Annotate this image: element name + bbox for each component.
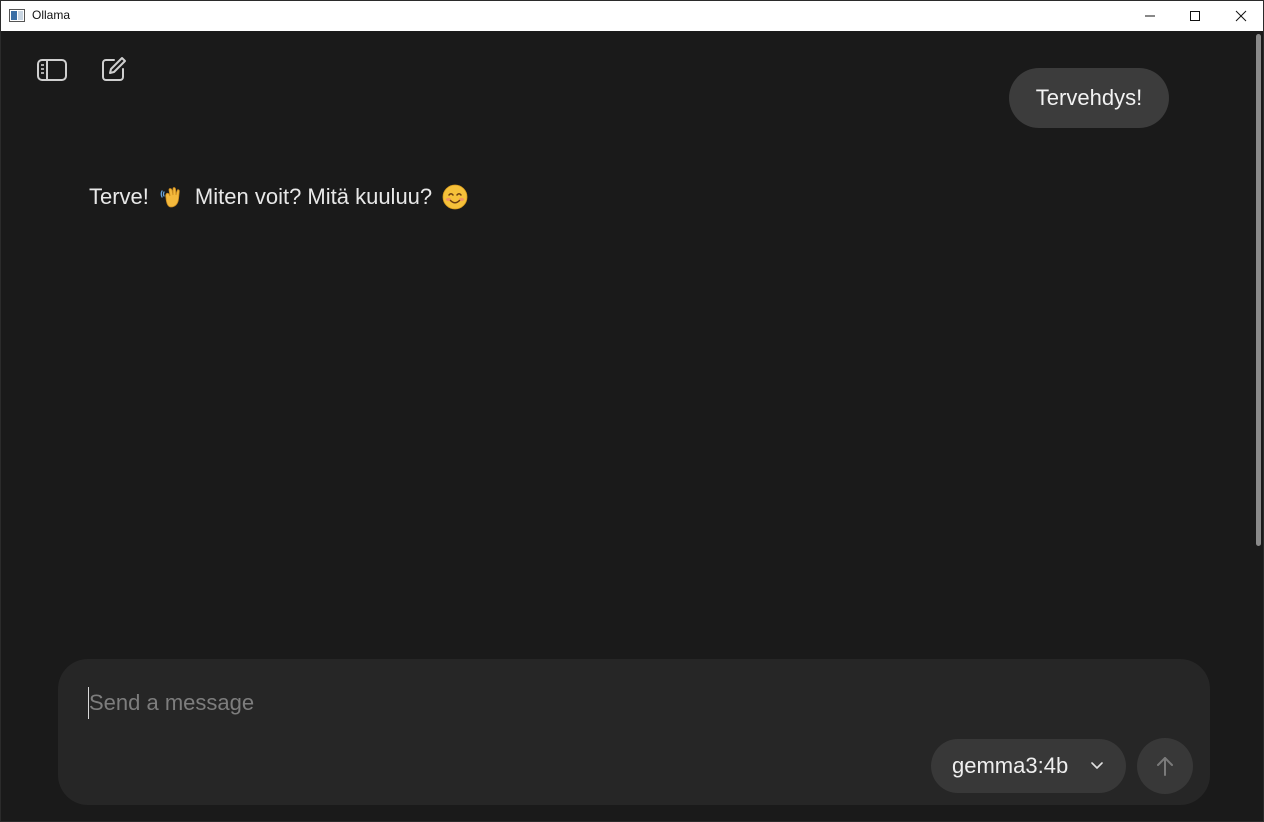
send-button[interactable]	[1137, 738, 1193, 794]
title-bar[interactable]: Ollama	[1, 1, 1263, 31]
sidebar-toggle-icon	[37, 59, 67, 81]
app-icon	[9, 9, 25, 22]
minimize-button[interactable]	[1127, 1, 1173, 31]
model-selector-label: gemma3:4b	[952, 753, 1069, 778]
model-selector[interactable]: gemma3:4b	[931, 739, 1126, 793]
assistant-message-text-1: Terve!	[89, 184, 149, 209]
maximize-button[interactable]	[1172, 1, 1218, 31]
assistant-message: Terve! Miten voit? Mitä kuuluu?	[89, 184, 468, 210]
close-button[interactable]	[1218, 1, 1263, 31]
message-input[interactable]	[88, 687, 989, 719]
message-composer: gemma3:4b	[58, 659, 1210, 805]
minimize-icon	[1145, 15, 1155, 17]
close-icon	[1235, 10, 1247, 22]
new-chat-icon	[102, 57, 126, 81]
new-chat-button[interactable]	[95, 52, 131, 88]
chevron-down-icon	[1091, 762, 1103, 769]
user-message-text: Tervehdys!	[1035, 85, 1143, 110]
app-window: Ollama Tervehdys! Terve! Miten voit? Mit…	[0, 0, 1264, 822]
sidebar-toggle-button[interactable]	[34, 52, 70, 88]
scrollbar-thumb[interactable]	[1256, 34, 1261, 546]
smiling-face-icon	[442, 184, 468, 210]
waving-hand-icon	[159, 184, 185, 210]
scrollbar[interactable]	[1253, 31, 1263, 821]
arrow-up-icon	[1157, 757, 1173, 776]
window-title: Ollama	[32, 8, 71, 22]
assistant-message-text-2: Miten voit? Mitä kuuluu?	[194, 184, 433, 209]
maximize-icon	[1190, 11, 1200, 21]
user-message-bubble: Tervehdys!	[1009, 68, 1169, 128]
